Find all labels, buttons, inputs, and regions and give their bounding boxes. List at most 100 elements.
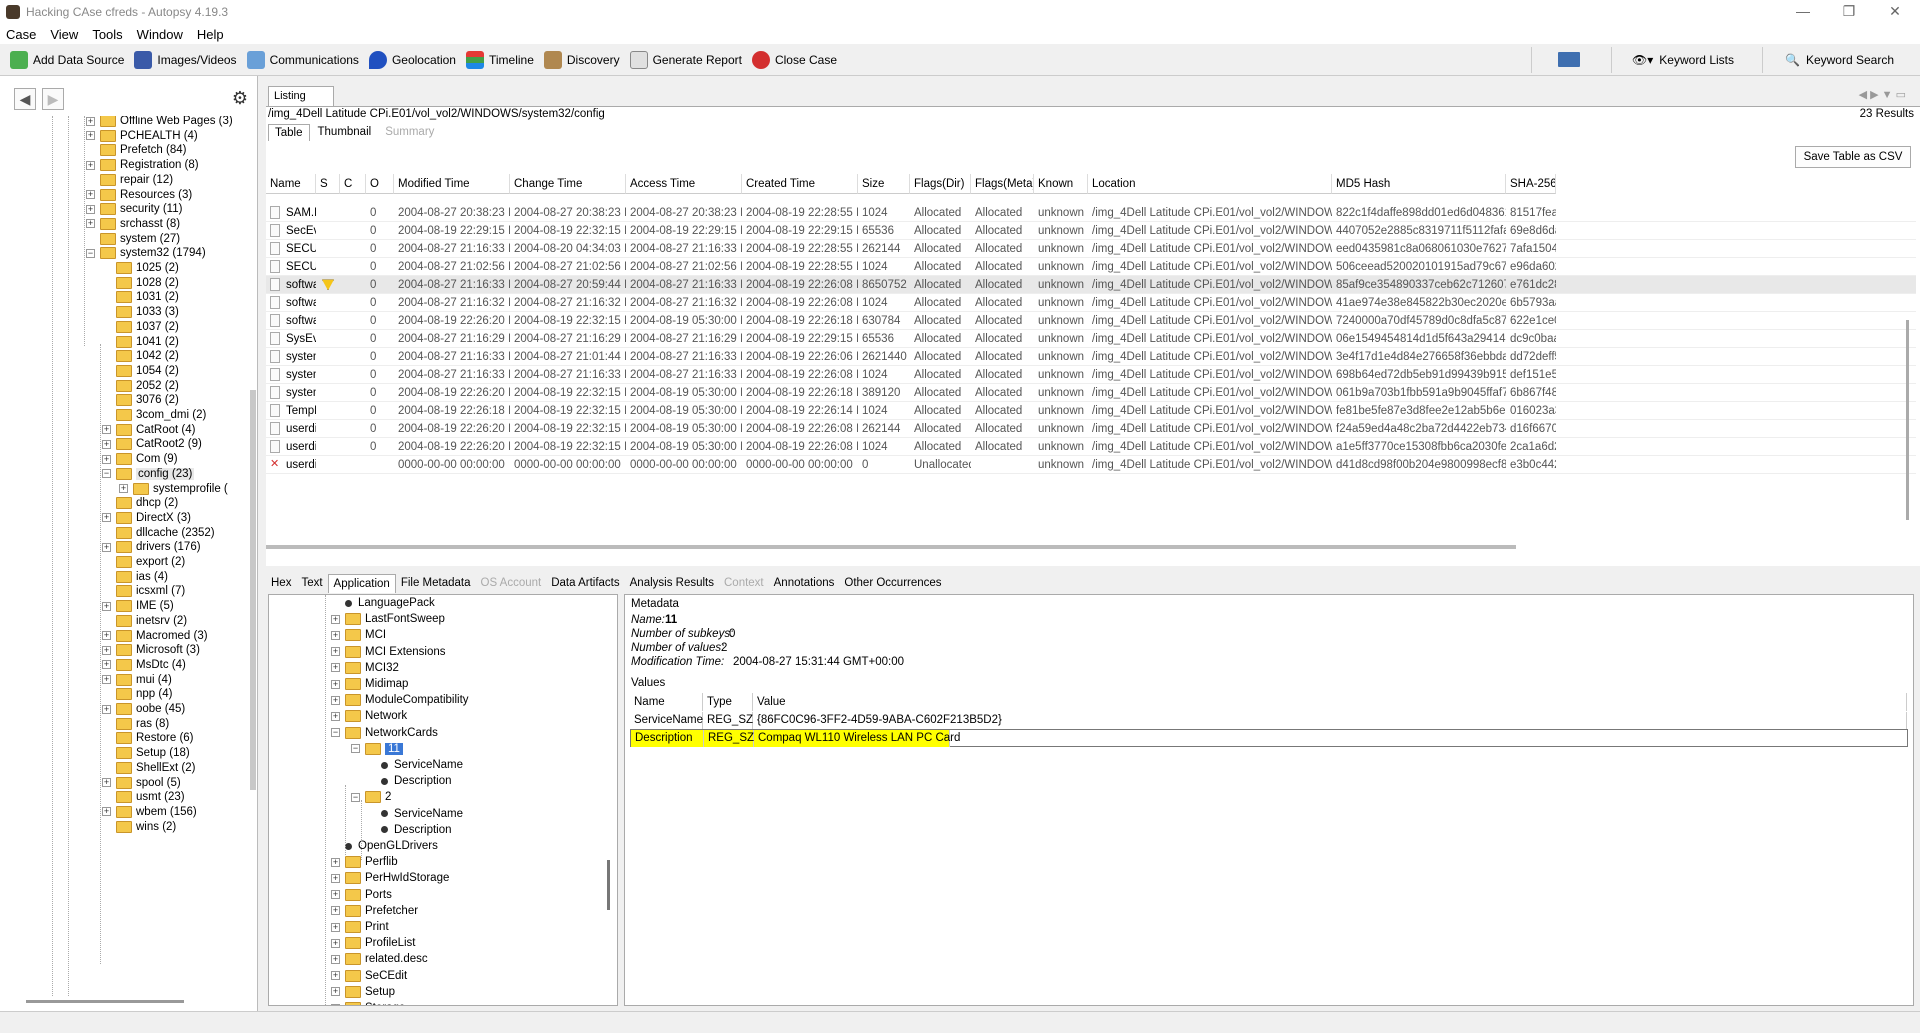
table-row[interactable]: system.sav 0 2004-08-19 22:26:20 IST 2004-0…	[266, 384, 1916, 402]
col-header-type[interactable]: Type	[703, 693, 753, 711]
registry-key[interactable]: + MCI Extensions	[331, 644, 446, 660]
registry-key[interactable]: + Perflib	[331, 854, 398, 870]
expand-icon[interactable]: −	[86, 248, 95, 258]
registry-key[interactable]: + Print	[331, 919, 389, 935]
expand-icon[interactable]: +	[331, 971, 340, 981]
table-horizontal-scrollbar[interactable]	[266, 545, 1516, 549]
table-row[interactable]: SysEvent.Evt 0 2004-08-27 21:16:29 IST 2004…	[266, 330, 1916, 348]
registry-key[interactable]: + Network	[331, 708, 407, 724]
registry-key[interactable]: + PerHwIdStorage	[331, 870, 449, 886]
expand-icon[interactable]: +	[86, 219, 95, 229]
registry-key[interactable]: + related.desc	[331, 951, 428, 967]
settings-gear-icon[interactable]: ⚙	[230, 88, 250, 108]
expand-icon[interactable]: +	[102, 631, 111, 640]
table-vertical-scrollbar[interactable]	[1906, 320, 1909, 520]
expand-icon[interactable]: +	[331, 954, 340, 964]
maximize-icon[interactable]: ❐	[1826, 0, 1872, 24]
registry-key[interactable]: ServiceName	[367, 757, 463, 773]
column-header[interactable]: Size	[858, 174, 910, 194]
expand-icon[interactable]: +	[102, 778, 111, 787]
expand-icon[interactable]: +	[331, 890, 340, 900]
column-header[interactable]: Known	[1034, 174, 1088, 194]
keyword-lists-button[interactable]: 👁▾ Keyword Lists	[1632, 46, 1734, 74]
expand-icon[interactable]: +	[331, 922, 340, 932]
column-header[interactable]: Change Time	[510, 174, 626, 194]
column-header[interactable]: Name	[266, 174, 316, 194]
registry-key[interactable]: + MCI32	[331, 660, 399, 676]
column-header[interactable]: Access Time	[626, 174, 742, 194]
registry-key[interactable]: OpenGLDrivers	[331, 838, 438, 854]
table-row[interactable]: system 0 2004-08-27 21:16:33 IST 2004-08-27…	[266, 348, 1916, 366]
column-header[interactable]: MD5 Hash	[1332, 174, 1506, 194]
registry-key[interactable]: + LastFontSweep	[331, 611, 445, 627]
expand-icon[interactable]: +	[86, 131, 95, 141]
table-row[interactable]: SECURITY.LOG 0 2004-08-27 21:02:56 IST 2004…	[266, 258, 1916, 276]
registry-key[interactable]: + Prefetcher	[331, 903, 418, 919]
column-header[interactable]: Location	[1088, 174, 1332, 194]
registry-key[interactable]: LanguagePack	[331, 595, 435, 611]
mail-button[interactable]	[1558, 46, 1585, 74]
column-header[interactable]: SHA-256 H	[1506, 174, 1556, 194]
expand-icon[interactable]: +	[331, 679, 340, 689]
expand-icon[interactable]: −	[331, 728, 340, 738]
add-data-source-button[interactable]: Add Data Source	[10, 46, 124, 74]
registry-key[interactable]: Description	[367, 773, 452, 789]
expand-icon[interactable]: +	[86, 116, 95, 126]
expand-icon[interactable]: +	[86, 204, 95, 214]
registry-key[interactable]: + SeCEdit	[331, 968, 407, 984]
detail-tab[interactable]: Annotations	[769, 574, 840, 593]
table-row[interactable]: TempKey.LOG 0 2004-08-19 22:26:18 IST 2004-…	[266, 402, 1916, 420]
table-row[interactable]: SecEvent.Evt 0 2004-08-19 22:29:15 IST 2004…	[266, 222, 1916, 240]
expand-icon[interactable]: +	[331, 695, 340, 705]
expand-icon[interactable]: −	[102, 469, 111, 479]
detail-tab[interactable]: Other Occurrences	[839, 574, 946, 593]
close-case-button[interactable]: Close Case	[751, 46, 837, 74]
detail-tab[interactable]: OS Account	[476, 574, 547, 593]
menu-case[interactable]: Case	[6, 27, 36, 42]
expand-icon[interactable]: +	[102, 425, 111, 435]
registry-key[interactable]: ServiceName	[367, 806, 463, 822]
column-header[interactable]: Created Time	[742, 174, 858, 194]
communications-button[interactable]: Communications	[246, 46, 359, 74]
back-button[interactable]: ◀	[14, 88, 36, 110]
expand-icon[interactable]: +	[331, 938, 340, 948]
expand-icon[interactable]: +	[102, 645, 111, 655]
expand-icon[interactable]: +	[331, 614, 340, 624]
table-row[interactable]: SAM.LOG 0 2004-08-27 20:38:23 IST 2004-08-2…	[266, 204, 1916, 222]
registry-key[interactable]: − NetworkCards	[331, 725, 438, 741]
images-videos-button[interactable]: Images/Videos	[134, 46, 237, 74]
expand-icon[interactable]: +	[331, 857, 340, 867]
expand-icon[interactable]: +	[102, 513, 111, 523]
column-header[interactable]: Flags(Meta)	[971, 174, 1034, 194]
registry-tree-scrollbar[interactable]	[607, 860, 610, 910]
table-row[interactable]: ✕ userdiff.LOG 0000-00-00 00:00:00 0000-00-…	[266, 456, 1916, 474]
registry-key[interactable]: + ModuleCompatibility	[331, 692, 469, 708]
registry-key[interactable]: Description	[367, 822, 452, 838]
detail-tab[interactable]: Hex	[266, 574, 296, 593]
registry-key[interactable]: + Setup	[331, 984, 395, 1000]
tree-node[interactable]: +wins (2)	[102, 818, 176, 836]
tab-table[interactable]: Table	[268, 124, 310, 141]
detail-tab[interactable]: Application	[327, 574, 396, 593]
col-header-name[interactable]: Name	[630, 693, 703, 711]
registry-key[interactable]: + MCI	[331, 627, 386, 643]
expand-icon[interactable]: +	[102, 601, 111, 611]
save-table-csv-button[interactable]: Save Table as CSV	[1795, 146, 1911, 168]
minimize-icon[interactable]: —	[1780, 0, 1826, 24]
registry-key[interactable]: − 11	[351, 741, 403, 757]
geolocation-button[interactable]: Geolocation	[368, 46, 456, 74]
tab-thumbnail[interactable]: Thumbnail	[312, 124, 378, 141]
table-row[interactable]: userdiff 0 2004-08-19 22:26:20 IST 2004-08-…	[266, 420, 1916, 438]
generate-report-button[interactable]: Generate Report	[629, 46, 742, 74]
table-row[interactable]: software.LOG 0 2004-08-27 21:16:32 IST 2004…	[266, 294, 1916, 312]
registry-key[interactable]: + Ports	[331, 887, 392, 903]
expand-icon[interactable]: +	[331, 663, 340, 673]
expand-icon[interactable]: −	[351, 792, 360, 802]
close-icon[interactable]: ✕	[1872, 0, 1918, 24]
discovery-button[interactable]: Discovery	[543, 46, 620, 74]
menu-view[interactable]: View	[50, 27, 78, 42]
detail-tab[interactable]: Data Artifacts	[546, 574, 624, 593]
tab-summary[interactable]: Summary	[379, 124, 440, 141]
menu-tools[interactable]: Tools	[92, 27, 122, 42]
table-row[interactable]: userdiff.LOG 0 2004-08-19 22:26:20 IST 2004…	[266, 438, 1916, 456]
